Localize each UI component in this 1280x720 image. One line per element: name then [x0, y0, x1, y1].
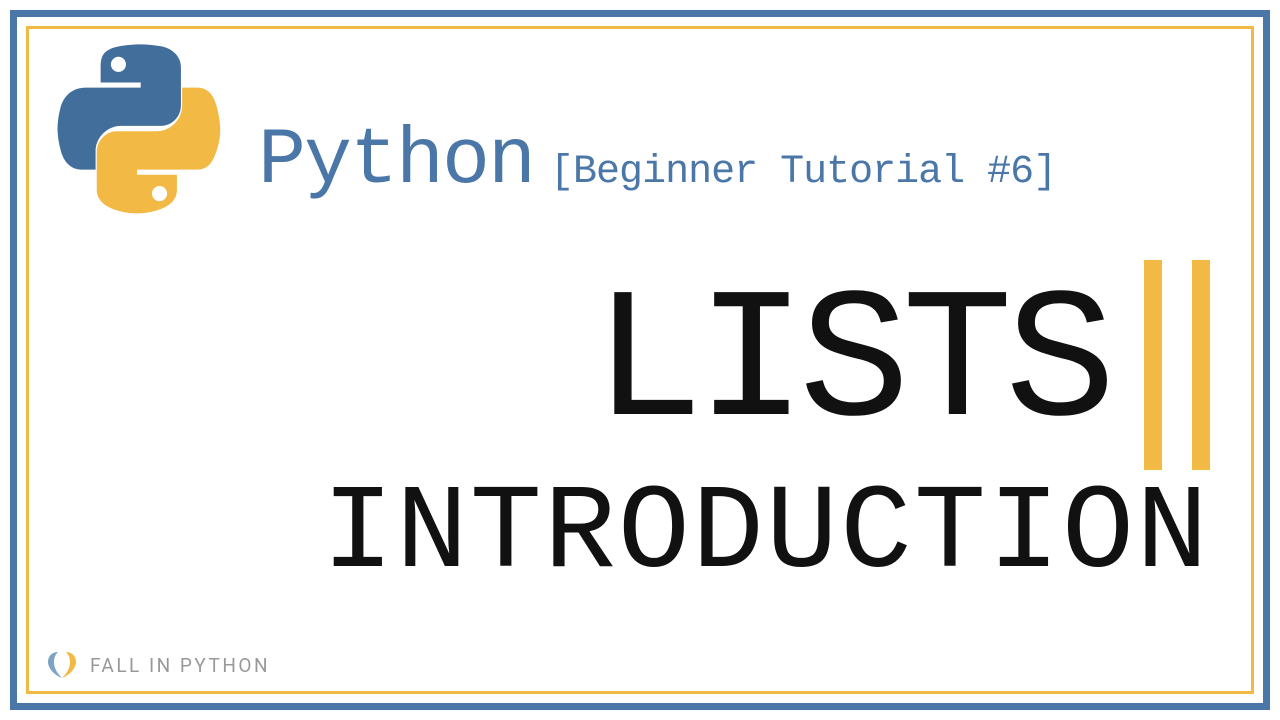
topic-heading: LISTS	[593, 273, 1108, 458]
topic-row: LISTS	[593, 260, 1210, 470]
bar-icon	[1144, 260, 1162, 470]
decorative-bars	[1144, 260, 1210, 470]
tutorial-subtitle: [Beginner Tutorial #6]	[550, 150, 1056, 195]
bar-icon	[1192, 260, 1210, 470]
footer-brand: FALL IN PYTHON	[44, 650, 270, 680]
brand-name: FALL IN PYTHON	[90, 654, 270, 677]
python-logo-icon	[46, 42, 236, 232]
python-title: Python	[258, 116, 534, 207]
header-text-row: Python [Beginner Tutorial #6]	[258, 116, 1056, 207]
brand-logo-icon	[44, 650, 80, 680]
subtopic-heading: INTRODUCTION	[322, 475, 1210, 595]
